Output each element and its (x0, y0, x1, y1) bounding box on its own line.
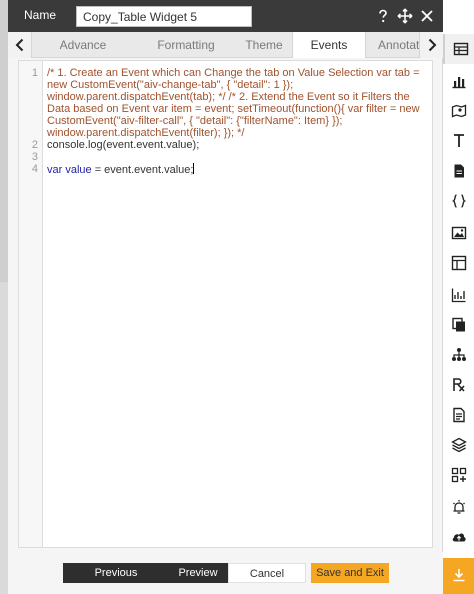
rail-bar-chart-button[interactable] (443, 66, 474, 96)
rail-copy-button[interactable] (443, 310, 474, 340)
rail-upload-button[interactable] (443, 522, 474, 552)
line-number: 1 (31, 67, 38, 79)
upload-icon (452, 533, 466, 542)
rail-report-button[interactable] (443, 400, 474, 430)
hierarchy-icon (452, 348, 466, 361)
close-icon[interactable] (419, 6, 435, 26)
chevron-right-icon (428, 38, 437, 52)
rail-map-button[interactable] (443, 96, 474, 126)
report-icon (453, 407, 465, 423)
table-icon (453, 42, 469, 56)
tab-annotation[interactable]: Annotat (372, 32, 419, 58)
document-icon (454, 164, 464, 178)
map-icon (451, 104, 467, 118)
line-number: 2 (31, 139, 38, 151)
text-cursor (193, 163, 195, 174)
rail-text-button[interactable] (443, 126, 474, 156)
rail-image-button[interactable] (443, 218, 474, 248)
tab-theme[interactable]: Theme (232, 32, 296, 58)
code-variable: value (62, 164, 92, 176)
tab-advance[interactable]: Advance (48, 32, 118, 58)
line-chart-icon (451, 288, 466, 303)
image-icon (451, 226, 467, 240)
rail-add-widget-button[interactable] (443, 460, 474, 490)
alert-icon (453, 500, 465, 514)
code-keyword: var (47, 164, 63, 176)
tab-bar: Advance Formatting Theme Events Annotat (8, 32, 443, 58)
properties-panel: Name Advance Formatting Theme Events Ann… (8, 0, 443, 594)
rx-icon (453, 378, 465, 392)
background-strip-top (0, 0, 8, 282)
rail-code-button[interactable] (443, 186, 474, 216)
code-line-console: console.log(event.event.value); (47, 139, 200, 151)
tab-formatting[interactable]: Formatting (146, 32, 226, 58)
download-icon (453, 569, 465, 582)
background-strip (0, 0, 8, 594)
line-number: 3 (31, 151, 38, 163)
code-line-comment: /* 1. Create an Event which can Change t… (47, 67, 420, 139)
line-gutter: 1 2 3 4 (19, 61, 43, 547)
dashboard-icon (451, 255, 467, 271)
rail-alert-button[interactable] (443, 492, 474, 522)
tab-scroll-left-button[interactable] (8, 32, 32, 58)
help-icon[interactable] (375, 6, 391, 26)
name-label: Name (24, 8, 57, 22)
panel-footer: Previous Preview Cancel Save and Exit (8, 552, 443, 594)
tab-events[interactable]: Events (292, 32, 366, 58)
tabs: Advance Formatting Theme Events Annotat (32, 32, 419, 58)
move-icon[interactable] (397, 6, 413, 26)
rail-rx-button[interactable] (443, 370, 474, 400)
line-number: 4 (31, 163, 38, 175)
rail-line-chart-button[interactable] (443, 280, 474, 310)
layers-icon (451, 437, 467, 453)
code-expression: = event.event.value; (91, 164, 194, 176)
add-widget-icon (451, 467, 467, 483)
text-icon (454, 134, 464, 147)
code-line-var: var value = event.event.value; (47, 163, 427, 176)
rail-document-button[interactable] (443, 156, 474, 186)
bar-chart-icon (452, 77, 466, 89)
widget-name-input[interactable] (76, 6, 252, 27)
rail-download-button[interactable] (443, 558, 474, 594)
save-and-exit-button[interactable]: Save and Exit (311, 563, 389, 583)
braces-icon (451, 194, 467, 208)
rail-layers-button[interactable] (443, 430, 474, 460)
cancel-button[interactable]: Cancel (228, 563, 306, 583)
rail-table-button[interactable] (443, 34, 474, 64)
rail-dashboard-button[interactable] (443, 248, 474, 278)
code-content[interactable]: /* 1. Create an Event which can Change t… (47, 67, 427, 176)
chevron-left-icon (15, 38, 24, 52)
code-editor[interactable]: 1 2 3 4 /* 1. Create an Event which can … (18, 60, 433, 548)
rail-hierarchy-button[interactable] (443, 340, 474, 370)
header-icons (375, 6, 435, 26)
widget-toolbar (443, 0, 474, 594)
tab-scroll-right-button[interactable] (419, 32, 443, 58)
panel-header: Name (8, 0, 443, 32)
copy-icon (452, 317, 465, 332)
